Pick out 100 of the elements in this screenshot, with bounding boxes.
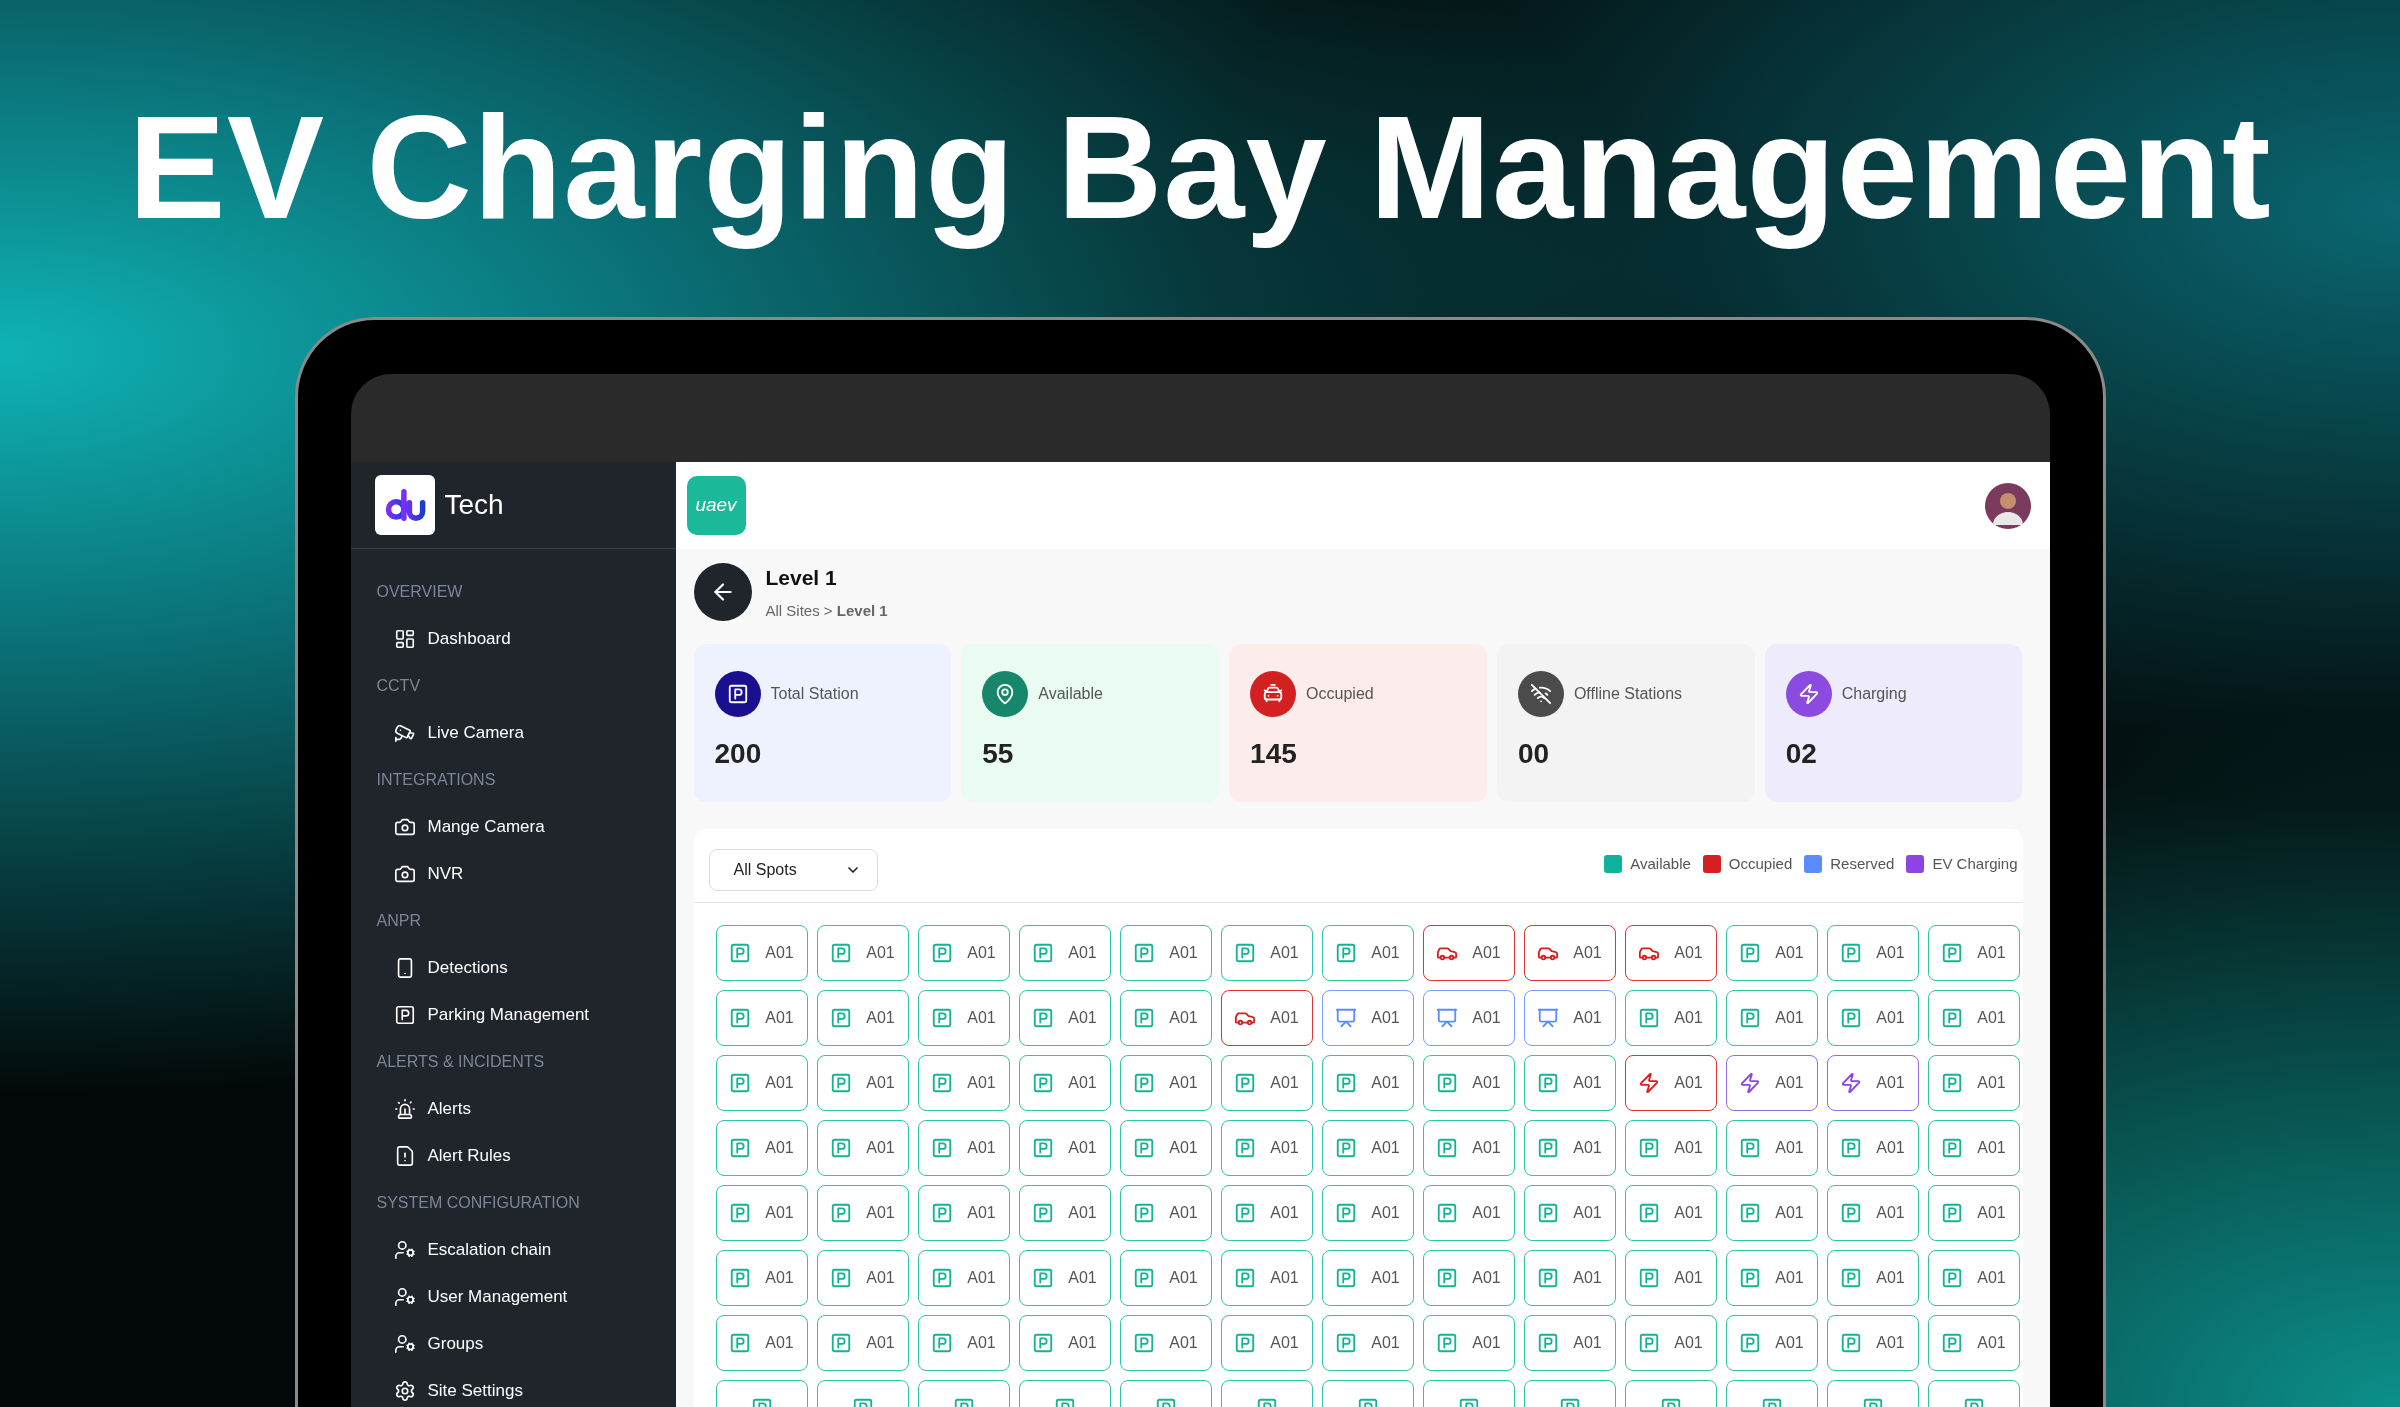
parking-spot[interactable]: A01 bbox=[1119, 990, 1212, 1047]
parking-spot[interactable]: A01 bbox=[1220, 1250, 1313, 1307]
parking-spot[interactable]: A01 bbox=[1422, 925, 1515, 982]
parking-spot[interactable]: A01 bbox=[1624, 925, 1717, 982]
parking-spot[interactable]: A01 bbox=[816, 990, 909, 1047]
nav-item[interactable]: Alerts bbox=[350, 1085, 481, 1133]
parking-spot[interactable]: A01 bbox=[1523, 1185, 1616, 1242]
parking-spot[interactable]: A01 bbox=[1927, 1055, 2020, 1112]
parking-spot[interactable]: A01 bbox=[715, 990, 808, 1047]
parking-spot[interactable]: A01 bbox=[715, 1315, 808, 1372]
parking-spot[interactable]: A01 bbox=[1826, 1120, 1919, 1177]
parking-spot[interactable]: A01 bbox=[715, 1055, 808, 1112]
parking-spot[interactable]: A01 bbox=[917, 1315, 1010, 1372]
parking-spot[interactable]: A01 bbox=[1624, 1120, 1717, 1177]
parking-spot[interactable]: A01 bbox=[1826, 990, 1919, 1047]
nav-item[interactable]: Detections bbox=[350, 944, 518, 992]
parking-spot[interactable]: A01 bbox=[1725, 1120, 1818, 1177]
parking-spot[interactable]: A01 bbox=[1018, 1055, 1111, 1112]
parking-spot[interactable]: A01 bbox=[1119, 925, 1212, 982]
parking-spot[interactable]: A01 bbox=[1624, 990, 1717, 1047]
parking-spot[interactable]: A01 bbox=[1321, 1055, 1414, 1112]
nav-item[interactable]: Alert Rules bbox=[350, 1132, 521, 1180]
parking-spot[interactable]: A01 bbox=[1826, 925, 1919, 982]
parking-spot[interactable]: A01 bbox=[1523, 1315, 1616, 1372]
parking-spot[interactable]: A01 bbox=[917, 1250, 1010, 1307]
parking-spot[interactable]: A01 bbox=[1624, 1185, 1717, 1242]
parking-spot[interactable]: A01 bbox=[1119, 1250, 1212, 1307]
parking-spot[interactable]: A01 bbox=[1119, 1185, 1212, 1242]
parking-spot[interactable]: A01 bbox=[816, 1315, 909, 1372]
parking-spot[interactable]: A01 bbox=[1725, 925, 1818, 982]
parking-spot[interactable]: A01 bbox=[715, 1185, 808, 1242]
parking-spot[interactable]: A01 bbox=[1119, 1055, 1212, 1112]
parking-spot[interactable]: A01 bbox=[1523, 1250, 1616, 1307]
parking-spot[interactable]: A01 bbox=[1422, 1250, 1515, 1307]
parking-spot[interactable]: A01 bbox=[1321, 925, 1414, 982]
parking-spot[interactable]: A01 bbox=[917, 1055, 1010, 1112]
parking-spot[interactable]: A01 bbox=[1018, 990, 1111, 1047]
parking-spot[interactable]: A01 bbox=[1220, 925, 1313, 982]
nav-item[interactable]: Groups bbox=[350, 1320, 494, 1368]
parking-spot[interactable]: A01 bbox=[1826, 1055, 1919, 1112]
parking-spot[interactable]: A01 bbox=[1321, 1315, 1414, 1372]
parking-spot[interactable]: A01 bbox=[715, 925, 808, 982]
parking-spot[interactable]: A01 bbox=[1927, 990, 2020, 1047]
parking-spot[interactable]: A01 bbox=[1927, 1250, 2020, 1307]
parking-spot[interactable]: A01 bbox=[1725, 1055, 1818, 1112]
parking-spot[interactable]: A01 bbox=[1321, 990, 1414, 1047]
parking-spot[interactable]: A01 bbox=[1220, 990, 1313, 1047]
parking-spot[interactable]: A01 bbox=[1927, 1120, 2020, 1177]
parking-spot[interactable]: A01 bbox=[1927, 1315, 2020, 1372]
parking-spot[interactable]: A01 bbox=[1624, 1250, 1717, 1307]
parking-spot[interactable]: A01 bbox=[1018, 925, 1111, 982]
parking-spot[interactable]: A01 bbox=[816, 925, 909, 982]
spots-filter-dropdown[interactable]: All Spots bbox=[708, 849, 878, 892]
parking-spot[interactable]: A01 bbox=[1725, 1250, 1818, 1307]
parking-spot[interactable]: A01 bbox=[1018, 1315, 1111, 1372]
parking-spot[interactable]: A01 bbox=[917, 990, 1010, 1047]
parking-spot[interactable]: A01 bbox=[1927, 1185, 2020, 1242]
parking-spot[interactable]: A01 bbox=[917, 1120, 1010, 1177]
nav-item[interactable]: NVR bbox=[350, 850, 474, 898]
parking-spot[interactable]: A01 bbox=[1018, 1185, 1111, 1242]
nav-item[interactable]: Live Camera bbox=[350, 709, 534, 757]
parking-spot[interactable]: A01 bbox=[1523, 1120, 1616, 1177]
parking-spot[interactable]: A01 bbox=[1220, 1315, 1313, 1372]
parking-spot[interactable]: A01 bbox=[1523, 925, 1616, 982]
parking-spot[interactable]: A01 bbox=[1725, 1315, 1818, 1372]
nav-item[interactable]: Mange Camera bbox=[350, 803, 555, 851]
parking-spot[interactable]: A01 bbox=[1624, 1315, 1717, 1372]
parking-spot[interactable]: A01 bbox=[1119, 1315, 1212, 1372]
parking-spot[interactable]: A01 bbox=[715, 1120, 808, 1177]
parking-spot[interactable]: A01 bbox=[1422, 1185, 1515, 1242]
parking-spot[interactable]: A01 bbox=[816, 1055, 909, 1112]
parking-spot[interactable]: A01 bbox=[1826, 1185, 1919, 1242]
nav-item[interactable]: Dashboard bbox=[350, 615, 521, 663]
parking-spot[interactable]: A01 bbox=[816, 1185, 909, 1242]
parking-spot[interactable]: A01 bbox=[1624, 1055, 1717, 1112]
parking-spot[interactable]: A01 bbox=[1220, 1055, 1313, 1112]
parking-spot[interactable]: A01 bbox=[1422, 1120, 1515, 1177]
parking-spot[interactable]: A01 bbox=[1523, 1055, 1616, 1112]
parking-spot[interactable]: A01 bbox=[1826, 1315, 1919, 1372]
parking-spot[interactable]: A01 bbox=[1422, 1055, 1515, 1112]
parking-spot[interactable]: A01 bbox=[1321, 1250, 1414, 1307]
parking-spot[interactable]: A01 bbox=[1523, 990, 1616, 1047]
parking-spot[interactable]: A01 bbox=[1725, 990, 1818, 1047]
parking-spot[interactable]: A01 bbox=[816, 1250, 909, 1307]
parking-spot[interactable]: A01 bbox=[1119, 1120, 1212, 1177]
nav-item[interactable]: User Management bbox=[350, 1273, 578, 1321]
parking-spot[interactable]: A01 bbox=[1220, 1185, 1313, 1242]
parking-spot[interactable]: A01 bbox=[917, 1185, 1010, 1242]
parking-spot[interactable]: A01 bbox=[715, 1250, 808, 1307]
parking-spot[interactable]: A01 bbox=[1321, 1185, 1414, 1242]
nav-item[interactable]: Parking Management bbox=[350, 991, 600, 1039]
parking-spot[interactable]: A01 bbox=[816, 1120, 909, 1177]
parking-spot[interactable]: A01 bbox=[1422, 990, 1515, 1047]
parking-spot[interactable]: A01 bbox=[1725, 1185, 1818, 1242]
nav-item[interactable]: Escalation chain bbox=[350, 1226, 562, 1274]
parking-spot[interactable]: A01 bbox=[1826, 1250, 1919, 1307]
parking-spot[interactable]: A01 bbox=[1220, 1120, 1313, 1177]
parking-spot[interactable]: A01 bbox=[1018, 1250, 1111, 1307]
parking-spot[interactable]: A01 bbox=[1927, 925, 2020, 982]
parking-spot[interactable]: A01 bbox=[917, 925, 1010, 982]
